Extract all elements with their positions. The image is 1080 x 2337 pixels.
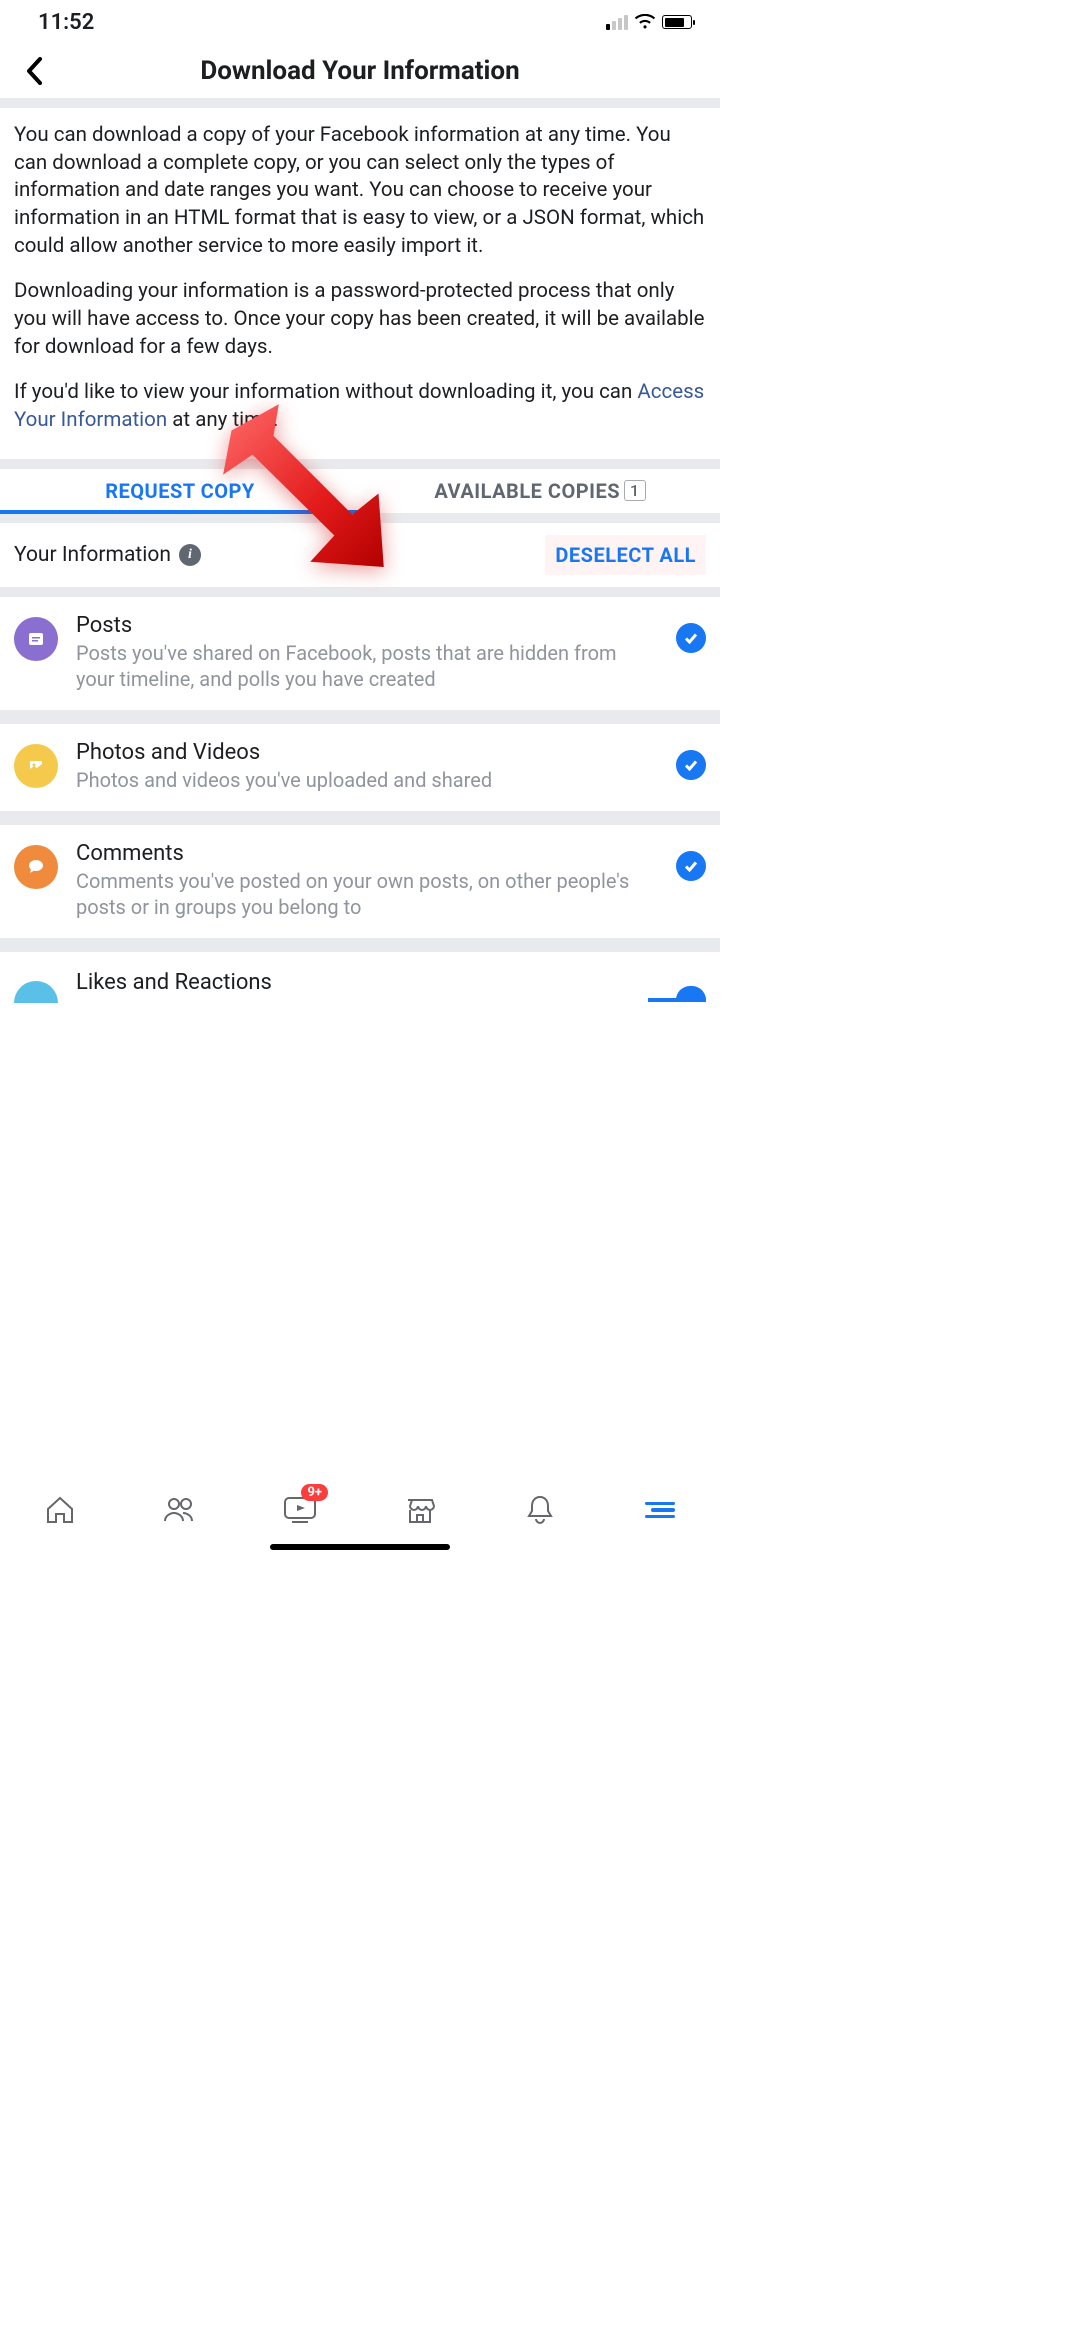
item-title: Comments (76, 841, 650, 866)
comments-icon (14, 845, 58, 889)
page-title: Download Your Information (54, 56, 666, 86)
item-title: Photos and Videos (76, 740, 650, 765)
tab-request-copy[interactable]: REQUEST COPY (0, 469, 360, 513)
photos-icon (14, 744, 58, 788)
status-time: 11:52 (38, 10, 94, 35)
item-title: Posts (76, 613, 650, 638)
item-desc: Comments you've posted on your own posts… (76, 868, 650, 920)
section-title: Your Information (14, 543, 171, 567)
battery-icon (662, 15, 692, 29)
posts-icon (14, 617, 58, 661)
intro-paragraph-2: Downloading your information is a passwo… (14, 278, 706, 361)
status-indicators (606, 14, 692, 30)
nav-header: Download Your Information (0, 44, 720, 108)
tab-home[interactable] (30, 1490, 90, 1530)
item-desc: Posts you've shared on Facebook, posts t… (76, 640, 650, 692)
info-icon[interactable]: i (179, 544, 201, 566)
tab-menu[interactable] (630, 1490, 690, 1530)
checkmark-icon (676, 623, 706, 653)
status-bar: 11:52 (0, 0, 720, 44)
item-comments[interactable]: Comments Comments you've posted on your … (0, 825, 720, 952)
available-count-badge: 1 (624, 480, 646, 501)
item-photos-videos[interactable]: Photos and Videos Photos and videos you'… (0, 724, 720, 825)
checkmark-icon (676, 750, 706, 780)
intro-paragraph-1: You can download a copy of your Facebook… (14, 122, 706, 260)
tab-notifications[interactable] (510, 1490, 570, 1530)
tab-marketplace[interactable] (390, 1490, 450, 1530)
home-indicator (270, 1544, 450, 1550)
back-button[interactable] (14, 51, 54, 91)
checkmark-icon (676, 851, 706, 881)
tab-friends[interactable] (150, 1490, 210, 1530)
intro-paragraph-3: If you'd like to view your information w… (14, 379, 706, 434)
deselect-all-button[interactable]: DESELECT ALL (545, 535, 706, 575)
intro-section: You can download a copy of your Facebook… (0, 108, 720, 469)
partial-underline (648, 998, 706, 1002)
tabs: REQUEST COPY AVAILABLE COPIES 1 (0, 469, 720, 523)
watch-badge: 9+ (301, 1484, 328, 1501)
item-posts[interactable]: Posts Posts you've shared on Facebook, p… (0, 597, 720, 724)
wifi-icon (634, 14, 656, 30)
your-information-header: Your Information i DESELECT ALL (0, 523, 720, 597)
tab-available-copies[interactable]: AVAILABLE COPIES 1 (360, 469, 720, 513)
likes-icon (14, 981, 58, 1003)
item-desc: Photos and videos you've uploaded and sh… (76, 767, 650, 793)
item-likes-reactions[interactable]: Likes and Reactions (0, 952, 720, 1000)
tab-watch[interactable]: 9+ (270, 1490, 330, 1530)
item-title: Likes and Reactions (76, 970, 650, 995)
cellular-signal-icon (606, 14, 628, 30)
